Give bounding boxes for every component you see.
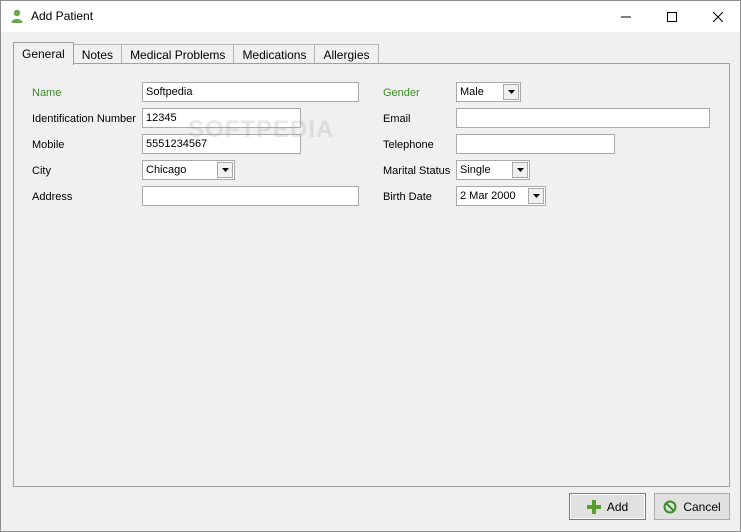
add-patient-window: Add Patient General Notes Medical Proble… xyxy=(0,0,741,532)
tab-allergies[interactable]: Allergies xyxy=(314,44,379,65)
add-button[interactable]: Add xyxy=(569,493,646,520)
marital-status-label: Marital Status xyxy=(383,165,451,177)
title-bar[interactable]: Add Patient xyxy=(1,1,740,32)
chevron-down-icon[interactable] xyxy=(512,162,528,178)
window-title: Add Patient xyxy=(31,9,94,23)
chevron-down-icon[interactable] xyxy=(503,84,519,100)
city-label: City xyxy=(32,165,51,177)
add-button-label: Add xyxy=(606,499,629,514)
mobile-label: Mobile xyxy=(32,139,65,151)
cancel-icon xyxy=(663,500,677,514)
plus-icon xyxy=(586,499,601,514)
maximize-button[interactable] xyxy=(649,1,695,32)
person-icon xyxy=(11,9,23,23)
tab-notes[interactable]: Notes xyxy=(72,44,123,65)
close-button[interactable] xyxy=(695,1,741,32)
email-label: Email xyxy=(383,113,411,125)
identification-number-label: Identification Number xyxy=(32,113,136,125)
gender-dropdown[interactable]: Male xyxy=(456,82,521,102)
chevron-down-icon[interactable] xyxy=(528,188,544,204)
cancel-button[interactable]: Cancel xyxy=(654,493,730,520)
email-field[interactable] xyxy=(456,108,710,128)
marital-status-value: Single xyxy=(460,164,491,176)
city-value: Chicago xyxy=(146,164,187,176)
name-field[interactable]: Softpedia xyxy=(142,82,359,102)
tab-medical-problems[interactable]: Medical Problems xyxy=(121,44,235,65)
cancel-button-label: Cancel xyxy=(683,499,721,514)
birth-date-value: 2 Mar 2000 xyxy=(460,190,516,202)
tab-general[interactable]: General xyxy=(13,42,74,65)
birth-date-label: Birth Date xyxy=(383,191,432,203)
name-label: Name xyxy=(32,87,62,99)
minimize-button[interactable] xyxy=(603,1,649,32)
gender-value: Male xyxy=(460,86,484,98)
telephone-label: Telephone xyxy=(383,139,434,151)
gender-label: Gender xyxy=(383,87,420,99)
general-tab-panel: Name Softpedia Identification Number 123… xyxy=(13,63,730,487)
watermark: SOFTPEDIA xyxy=(188,116,335,143)
city-dropdown[interactable]: Chicago xyxy=(142,160,235,180)
address-field[interactable] xyxy=(142,186,359,206)
address-label: Address xyxy=(32,191,73,203)
chevron-down-icon[interactable] xyxy=(217,162,233,178)
tab-medications[interactable]: Medications xyxy=(233,44,316,65)
birth-date-picker[interactable]: 2 Mar 2000 xyxy=(456,186,546,206)
telephone-field[interactable] xyxy=(456,134,615,154)
tab-strip: General Notes Medical Problems Medicatio… xyxy=(13,42,379,65)
marital-status-dropdown[interactable]: Single xyxy=(456,160,530,180)
